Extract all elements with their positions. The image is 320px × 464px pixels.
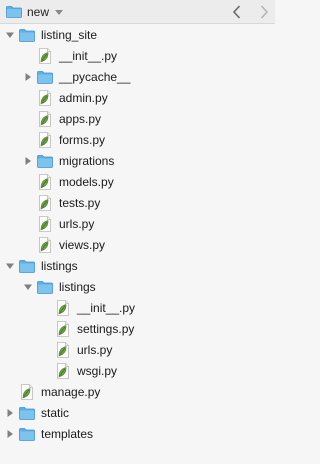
folder-icon bbox=[6, 6, 22, 18]
file-row-admin-py[interactable]: admin.py bbox=[0, 88, 275, 109]
file-row-apps-py[interactable]: apps.py bbox=[0, 109, 275, 130]
folder-icon bbox=[19, 426, 35, 442]
file-row-urls-py[interactable]: urls.py bbox=[0, 340, 275, 361]
python-file-icon bbox=[37, 195, 53, 211]
python-file-icon bbox=[55, 300, 71, 316]
item-label: views.py bbox=[59, 238, 106, 252]
item-label: models.py bbox=[59, 175, 114, 189]
file-row-tests-py[interactable]: tests.py bbox=[0, 193, 275, 214]
disclosure-collapsed-icon[interactable] bbox=[5, 408, 15, 418]
item-label: migrations bbox=[59, 154, 115, 168]
chevron-down-icon[interactable] bbox=[55, 9, 64, 15]
file-row-models-py[interactable]: models.py bbox=[0, 172, 275, 193]
disclosure-expanded-icon[interactable] bbox=[5, 261, 15, 271]
folder-icon bbox=[19, 258, 35, 274]
item-label: __init__.py bbox=[77, 301, 136, 315]
folder-icon bbox=[37, 153, 53, 169]
folder-row-pycache[interactable]: __pycache__ bbox=[0, 67, 275, 88]
file-row-settings-py[interactable]: settings.py bbox=[0, 319, 275, 340]
folder-row-listings[interactable]: listings bbox=[0, 277, 275, 298]
file-row-init-py[interactable]: __init__.py bbox=[0, 298, 275, 319]
item-label: manage.py bbox=[41, 385, 101, 399]
disclosure-expanded-icon[interactable] bbox=[5, 30, 15, 40]
python-file-icon bbox=[19, 384, 35, 400]
python-file-icon bbox=[37, 90, 53, 106]
file-row-views-py[interactable]: views.py bbox=[0, 235, 275, 256]
file-row-urls-py[interactable]: urls.py bbox=[0, 214, 275, 235]
folder-icon bbox=[37, 279, 53, 295]
forward-button[interactable] bbox=[257, 4, 271, 20]
file-row-forms-py[interactable]: forms.py bbox=[0, 130, 275, 151]
path-label: new bbox=[27, 5, 50, 19]
python-file-icon bbox=[37, 174, 53, 190]
back-button[interactable] bbox=[229, 4, 243, 20]
python-file-icon bbox=[55, 342, 71, 358]
file-row-manage-py[interactable]: manage.py bbox=[0, 382, 275, 403]
item-label: __pycache__ bbox=[59, 70, 131, 84]
python-file-icon bbox=[37, 216, 53, 232]
python-file-icon bbox=[37, 237, 53, 253]
folder-icon bbox=[37, 69, 53, 85]
disclosure-collapsed-icon[interactable] bbox=[23, 72, 33, 82]
python-file-icon bbox=[37, 132, 53, 148]
file-row-wsgi-py[interactable]: wsgi.py bbox=[0, 361, 275, 382]
item-label: static bbox=[41, 406, 70, 420]
item-label: listing_site bbox=[41, 28, 98, 42]
folder-row-listing-site[interactable]: listing_site bbox=[0, 25, 275, 46]
disclosure-collapsed-icon[interactable] bbox=[23, 156, 33, 166]
file-row-init-py[interactable]: __init__.py bbox=[0, 46, 275, 67]
folder-row-listings[interactable]: listings bbox=[0, 256, 275, 277]
item-label: settings.py bbox=[77, 322, 135, 336]
disclosure-collapsed-icon[interactable] bbox=[5, 429, 15, 439]
toolbar: new bbox=[0, 0, 275, 24]
disclosure-expanded-icon[interactable] bbox=[23, 282, 33, 292]
item-label: listings bbox=[41, 259, 78, 273]
item-label: urls.py bbox=[59, 217, 95, 231]
path-control[interactable]: new bbox=[6, 4, 64, 20]
folder-row-templates[interactable]: templates bbox=[0, 424, 275, 445]
item-label: forms.py bbox=[59, 133, 106, 147]
item-label: admin.py bbox=[59, 91, 108, 105]
item-label: listings bbox=[59, 280, 96, 294]
python-file-icon bbox=[37, 111, 53, 127]
python-file-icon bbox=[37, 48, 53, 64]
python-file-icon bbox=[55, 363, 71, 379]
item-label: templates bbox=[41, 427, 94, 441]
chevron-right-icon bbox=[260, 5, 268, 19]
python-file-icon bbox=[55, 321, 71, 337]
item-label: urls.py bbox=[77, 343, 113, 357]
item-label: tests.py bbox=[59, 196, 101, 210]
folder-row-static[interactable]: static bbox=[0, 403, 275, 424]
folder-row-migrations[interactable]: migrations bbox=[0, 151, 275, 172]
item-label: wsgi.py bbox=[77, 364, 118, 378]
folder-icon bbox=[19, 405, 35, 421]
item-label: __init__.py bbox=[59, 49, 118, 63]
folder-icon bbox=[19, 27, 35, 43]
item-label: apps.py bbox=[59, 112, 102, 126]
chevron-left-icon bbox=[232, 5, 240, 19]
